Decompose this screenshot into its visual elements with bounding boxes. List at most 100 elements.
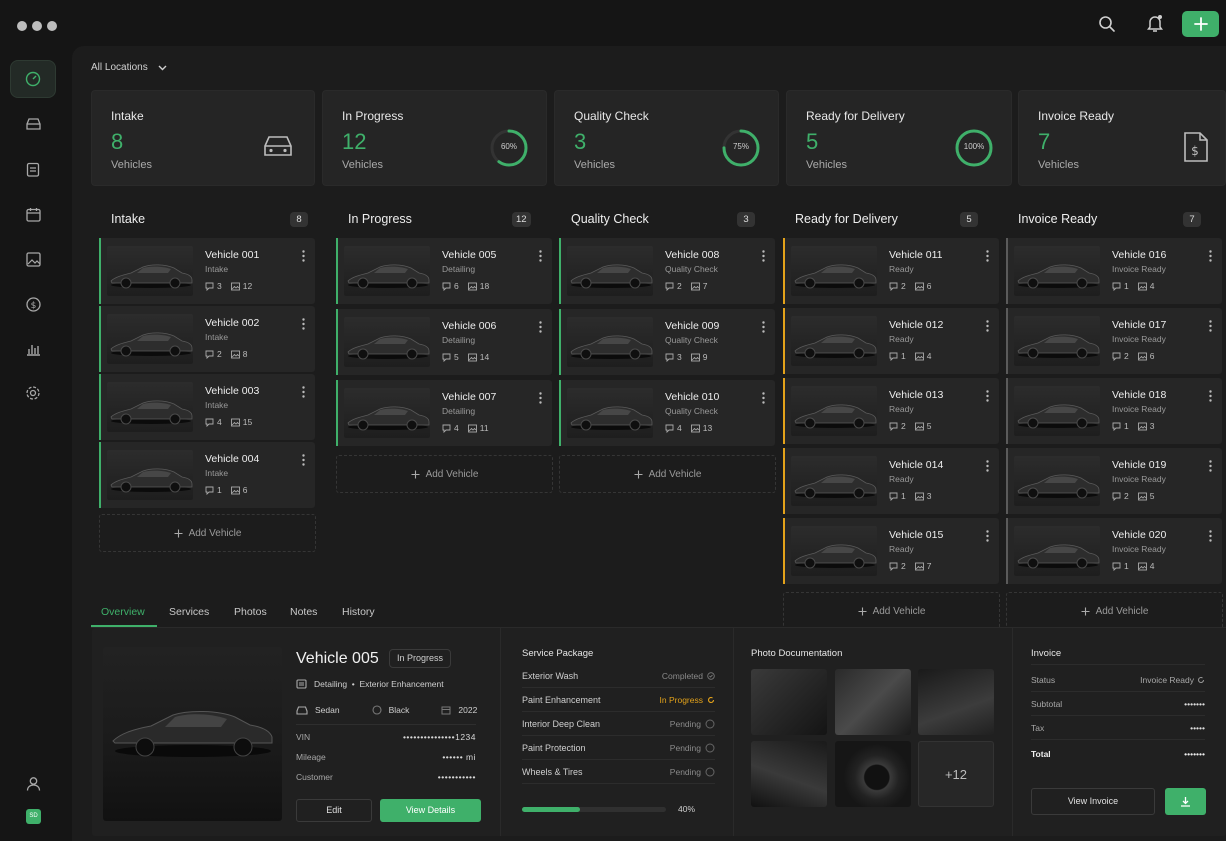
sidebar-item-orders[interactable] xyxy=(10,150,56,188)
sidebar-item-dashboard[interactable] xyxy=(10,60,56,98)
more-options-icon[interactable] xyxy=(762,321,765,333)
more-options-icon[interactable] xyxy=(1209,390,1212,402)
vehicle-color: Black xyxy=(388,705,410,715)
more-options-icon[interactable] xyxy=(302,454,305,466)
add-vehicle-button[interactable]: Add Vehicle xyxy=(783,592,1000,630)
more-options-icon[interactable] xyxy=(1209,320,1212,332)
more-options-icon[interactable] xyxy=(1209,460,1212,472)
tab-notes[interactable]: Notes xyxy=(290,606,317,618)
vehicle-card[interactable]: Vehicle 006 Detailing 5 14 xyxy=(336,309,552,375)
add-vehicle-button[interactable]: Add Vehicle xyxy=(1006,592,1223,630)
vehicle-card[interactable]: Vehicle 011 Ready 2 6 xyxy=(783,238,999,304)
window-dot[interactable] xyxy=(17,21,27,31)
vehicle-card[interactable]: Vehicle 007 Detailing 4 11 xyxy=(336,380,552,446)
tab-overview[interactable]: Overview xyxy=(101,606,145,618)
photo-thumb[interactable] xyxy=(751,741,827,807)
vehicle-card[interactable]: Vehicle 015 Ready 2 7 xyxy=(783,518,999,584)
vehicle-card[interactable]: Vehicle 009 Quality Check 3 9 xyxy=(559,309,775,375)
vehicle-card[interactable]: Vehicle 020 Invoice Ready 1 4 xyxy=(1006,518,1222,584)
more-options-icon[interactable] xyxy=(986,320,989,332)
workspace-logo[interactable]: SD xyxy=(26,809,41,824)
vehicle-card[interactable]: Vehicle 016 Invoice Ready 1 4 xyxy=(1006,238,1222,304)
detail-panel: Vehicle 005 In Progress Detailing • Exte… xyxy=(92,628,1226,836)
window-dot[interactable] xyxy=(32,21,42,31)
more-options-icon[interactable] xyxy=(302,386,305,398)
vehicle-card[interactable]: Vehicle 005 Detailing 6 18 xyxy=(336,238,552,304)
tab-services[interactable]: Services xyxy=(169,606,209,618)
vehicle-photo[interactable] xyxy=(103,647,282,821)
car-icon xyxy=(296,705,308,715)
photo-icon xyxy=(467,424,477,432)
sidebar-item-reports[interactable] xyxy=(10,330,56,368)
photo-thumb[interactable] xyxy=(835,669,911,735)
more-options-icon[interactable] xyxy=(762,250,765,262)
more-options-icon[interactable] xyxy=(539,250,542,262)
window-dot[interactable] xyxy=(47,21,57,31)
vehicle-card[interactable]: Vehicle 004 Intake 1 6 xyxy=(99,442,315,508)
tab-history[interactable]: History xyxy=(342,606,375,618)
vehicle-card[interactable]: Vehicle 019 Invoice Ready 2 5 xyxy=(1006,448,1222,514)
check-circle-icon xyxy=(707,672,715,680)
view-details-button[interactable]: View Details xyxy=(380,799,481,822)
more-options-icon[interactable] xyxy=(1209,250,1212,262)
service-item[interactable]: Paint Protection Pending xyxy=(522,736,715,760)
sidebar-item-settings[interactable] xyxy=(10,374,56,412)
service-item[interactable]: Exterior Wash Completed xyxy=(522,664,715,688)
vehicle-card[interactable]: Vehicle 014 Ready 1 3 xyxy=(783,448,999,514)
vehicle-card[interactable]: Vehicle 001 Intake 3 12 xyxy=(99,238,315,304)
more-options-icon[interactable] xyxy=(302,318,305,330)
sidebar-item-vehicles[interactable] xyxy=(10,105,56,143)
vehicle-card[interactable]: Vehicle 002 Intake 2 8 xyxy=(99,306,315,372)
photo-thumb[interactable] xyxy=(918,669,994,735)
vehicle-status: Invoice Ready xyxy=(1112,544,1166,554)
vehicle-card[interactable]: Vehicle 012 Ready 1 4 xyxy=(783,308,999,374)
add-vehicle-button[interactable]: Add Vehicle xyxy=(99,514,316,552)
more-options-icon[interactable] xyxy=(986,390,989,402)
more-options-icon[interactable] xyxy=(986,460,989,472)
tab-photos[interactable]: Photos xyxy=(234,606,267,618)
more-options-icon[interactable] xyxy=(1209,530,1212,542)
more-options-icon[interactable] xyxy=(986,250,989,262)
edit-button[interactable]: Edit xyxy=(296,799,372,822)
download-button[interactable] xyxy=(1165,788,1206,815)
more-options-icon[interactable] xyxy=(539,392,542,404)
service-item[interactable]: Paint Enhancement In Progress xyxy=(522,688,715,712)
stat-card-intake[interactable]: Intake 8 Vehicles xyxy=(91,90,315,186)
vehicle-card[interactable]: Vehicle 008 Quality Check 2 7 xyxy=(559,238,775,304)
photo-thumb[interactable] xyxy=(835,741,911,807)
more-options-icon[interactable] xyxy=(762,392,765,404)
service-item[interactable]: Wheels & Tires Pending xyxy=(522,760,715,784)
photo-thumb[interactable] xyxy=(751,669,827,735)
status-bar xyxy=(99,442,101,508)
service-item[interactable]: Interior Deep Clean Pending xyxy=(522,712,715,736)
view-invoice-button[interactable]: View Invoice xyxy=(1031,788,1155,815)
vehicle-card[interactable]: Vehicle 017 Invoice Ready 2 6 xyxy=(1006,308,1222,374)
stat-card-quality-check[interactable]: Quality Check 3 Vehicles 75% xyxy=(554,90,779,186)
more-photos-button[interactable]: +12 xyxy=(918,741,994,807)
add-button[interactable] xyxy=(1182,11,1219,37)
stat-card-invoice-ready[interactable]: Invoice Ready 7 Vehicles $ xyxy=(1018,90,1226,186)
search-icon[interactable] xyxy=(1098,15,1116,33)
stat-card-in-progress[interactable]: In Progress 12 Vehicles 60% xyxy=(322,90,547,186)
sidebar-item-photos[interactable] xyxy=(10,240,56,278)
vehicle-card[interactable]: Vehicle 013 Ready 2 5 xyxy=(783,378,999,444)
add-vehicle-button[interactable]: Add Vehicle xyxy=(559,455,776,493)
sidebar-item-profile[interactable] xyxy=(10,764,56,802)
stat-card-ready-for-delivery[interactable]: Ready for Delivery 5 Vehicles 100% xyxy=(786,90,1012,186)
vehicle-card[interactable]: Vehicle 010 Quality Check 4 13 xyxy=(559,380,775,446)
bell-icon[interactable] xyxy=(1146,14,1164,33)
vehicle-card[interactable]: Vehicle 003 Intake 4 15 xyxy=(99,374,315,440)
add-vehicle-button[interactable]: Add Vehicle xyxy=(336,455,553,493)
plus-icon xyxy=(1081,607,1090,615)
more-options-icon[interactable] xyxy=(539,321,542,333)
card-meta: 2 7 xyxy=(665,281,707,291)
location-select[interactable]: All Locations xyxy=(91,62,167,73)
photo-count: 7 xyxy=(702,281,708,291)
column-title: Quality Check xyxy=(571,212,649,226)
more-options-icon[interactable] xyxy=(302,250,305,262)
sidebar-item-billing[interactable]: $ xyxy=(10,285,56,323)
sidebar-item-calendar[interactable] xyxy=(10,195,56,233)
vehicle-card[interactable]: Vehicle 018 Invoice Ready 1 3 xyxy=(1006,378,1222,444)
clipboard-icon xyxy=(26,162,40,177)
more-options-icon[interactable] xyxy=(986,530,989,542)
